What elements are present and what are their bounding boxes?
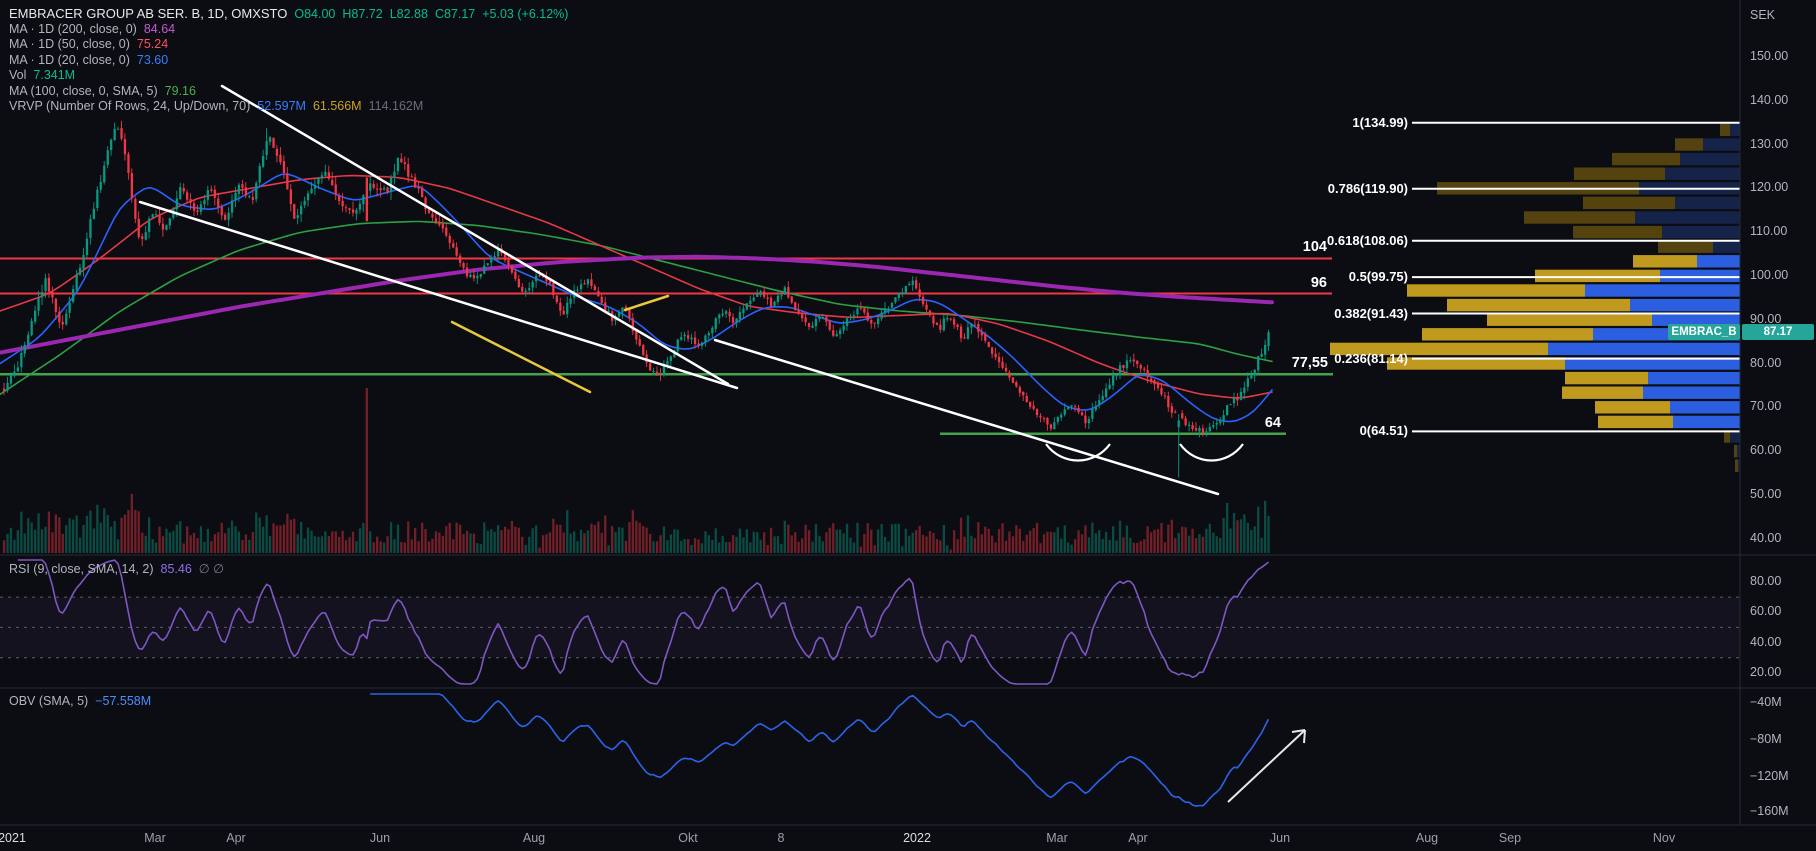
- vrvp-down-volume-bar: [1447, 299, 1630, 311]
- vrvp-down-volume-bar: [1735, 460, 1738, 472]
- vrvp-down-volume-bar: [1535, 270, 1660, 282]
- vrvp-up-volume-bar: [1670, 401, 1740, 413]
- vrvp-down-volume-bar: [1675, 138, 1703, 150]
- vrvp-down-volume-bar: [1583, 197, 1675, 209]
- vrvp-up-volume-bar: [1703, 138, 1740, 150]
- vrvp-up-volume-bar: [1662, 226, 1740, 238]
- vrvp-up-volume-bar: [1665, 168, 1740, 180]
- vrvp-down-volume-bar: [1562, 387, 1643, 399]
- vrvp-up-volume-bar: [1630, 299, 1740, 311]
- trendline: [140, 202, 737, 388]
- up-candle-bodies: [6, 129, 1269, 432]
- vrvp-down-volume-bar: [1734, 445, 1737, 457]
- vrvp-up-volume-bar: [1648, 372, 1740, 384]
- vrvp-down-volume-bar: [1330, 343, 1548, 355]
- vrvp-up-volume-bar: [1548, 343, 1740, 355]
- last-price-symbol-badge: EMBRAC_B: [1668, 324, 1740, 340]
- vrvp-down-volume-bar: [1574, 168, 1665, 180]
- vrvp-up-volume-bar: [1730, 124, 1740, 136]
- vrvp-up-volume-bar: [1675, 197, 1740, 209]
- vrvp-down-volume-bar: [1565, 372, 1648, 384]
- vrvp-down-volume-bar: [1658, 241, 1713, 253]
- vrvp-down-volume-bar: [1612, 153, 1680, 165]
- trendline: [715, 340, 1218, 494]
- vrvp-up-volume-bar: [1643, 387, 1740, 399]
- vrvp-up-volume-bar: [1673, 416, 1740, 428]
- vrvp-down-volume-bar: [1633, 255, 1697, 267]
- trading-chart-app: 150.00140.00130.00120.00110.00100.0090.0…: [0, 0, 1816, 851]
- down-candle-bodies: [3, 128, 1239, 433]
- rsi-band-fill: [0, 597, 1740, 658]
- volume-up-bars: [6, 501, 1269, 553]
- vrvp-down-volume-bar: [1407, 284, 1585, 296]
- vrvp-down-volume-bar: [1573, 226, 1662, 238]
- vrvp-up-volume-bar: [1585, 284, 1740, 296]
- vrvp-up-volume-bar: [1713, 241, 1740, 253]
- trendline: [625, 296, 668, 310]
- ma20-line: [0, 174, 1272, 421]
- up-candle-wicks: [8, 123, 1269, 478]
- chart-canvas[interactable]: [0, 0, 1816, 851]
- vrvp-down-volume-bar: [1720, 124, 1730, 136]
- vrvp-down-volume-bar: [1422, 328, 1593, 340]
- last-price-axis-badge[interactable]: 87.17: [1742, 324, 1814, 340]
- vrvp-up-volume-bar: [1660, 270, 1740, 282]
- down-candle-wicks: [4, 121, 1237, 437]
- volume-down-bars: [3, 388, 1239, 553]
- obv-line: [370, 694, 1268, 806]
- ma100-line: [0, 222, 1272, 395]
- trendline: [452, 322, 590, 392]
- vrvp-up-volume-bar: [1697, 255, 1740, 267]
- trendline: [222, 86, 728, 384]
- vrvp-up-volume-bar: [1680, 153, 1740, 165]
- double-bottom-arc: [1180, 444, 1243, 461]
- vrvp-up-volume-bar: [1635, 211, 1740, 223]
- vrvp-down-volume-bar: [1524, 211, 1635, 223]
- vrvp-down-volume-bar: [1487, 314, 1652, 326]
- vrvp-down-volume-bar: [1595, 401, 1670, 413]
- vrvp-down-volume-bar: [1598, 416, 1673, 428]
